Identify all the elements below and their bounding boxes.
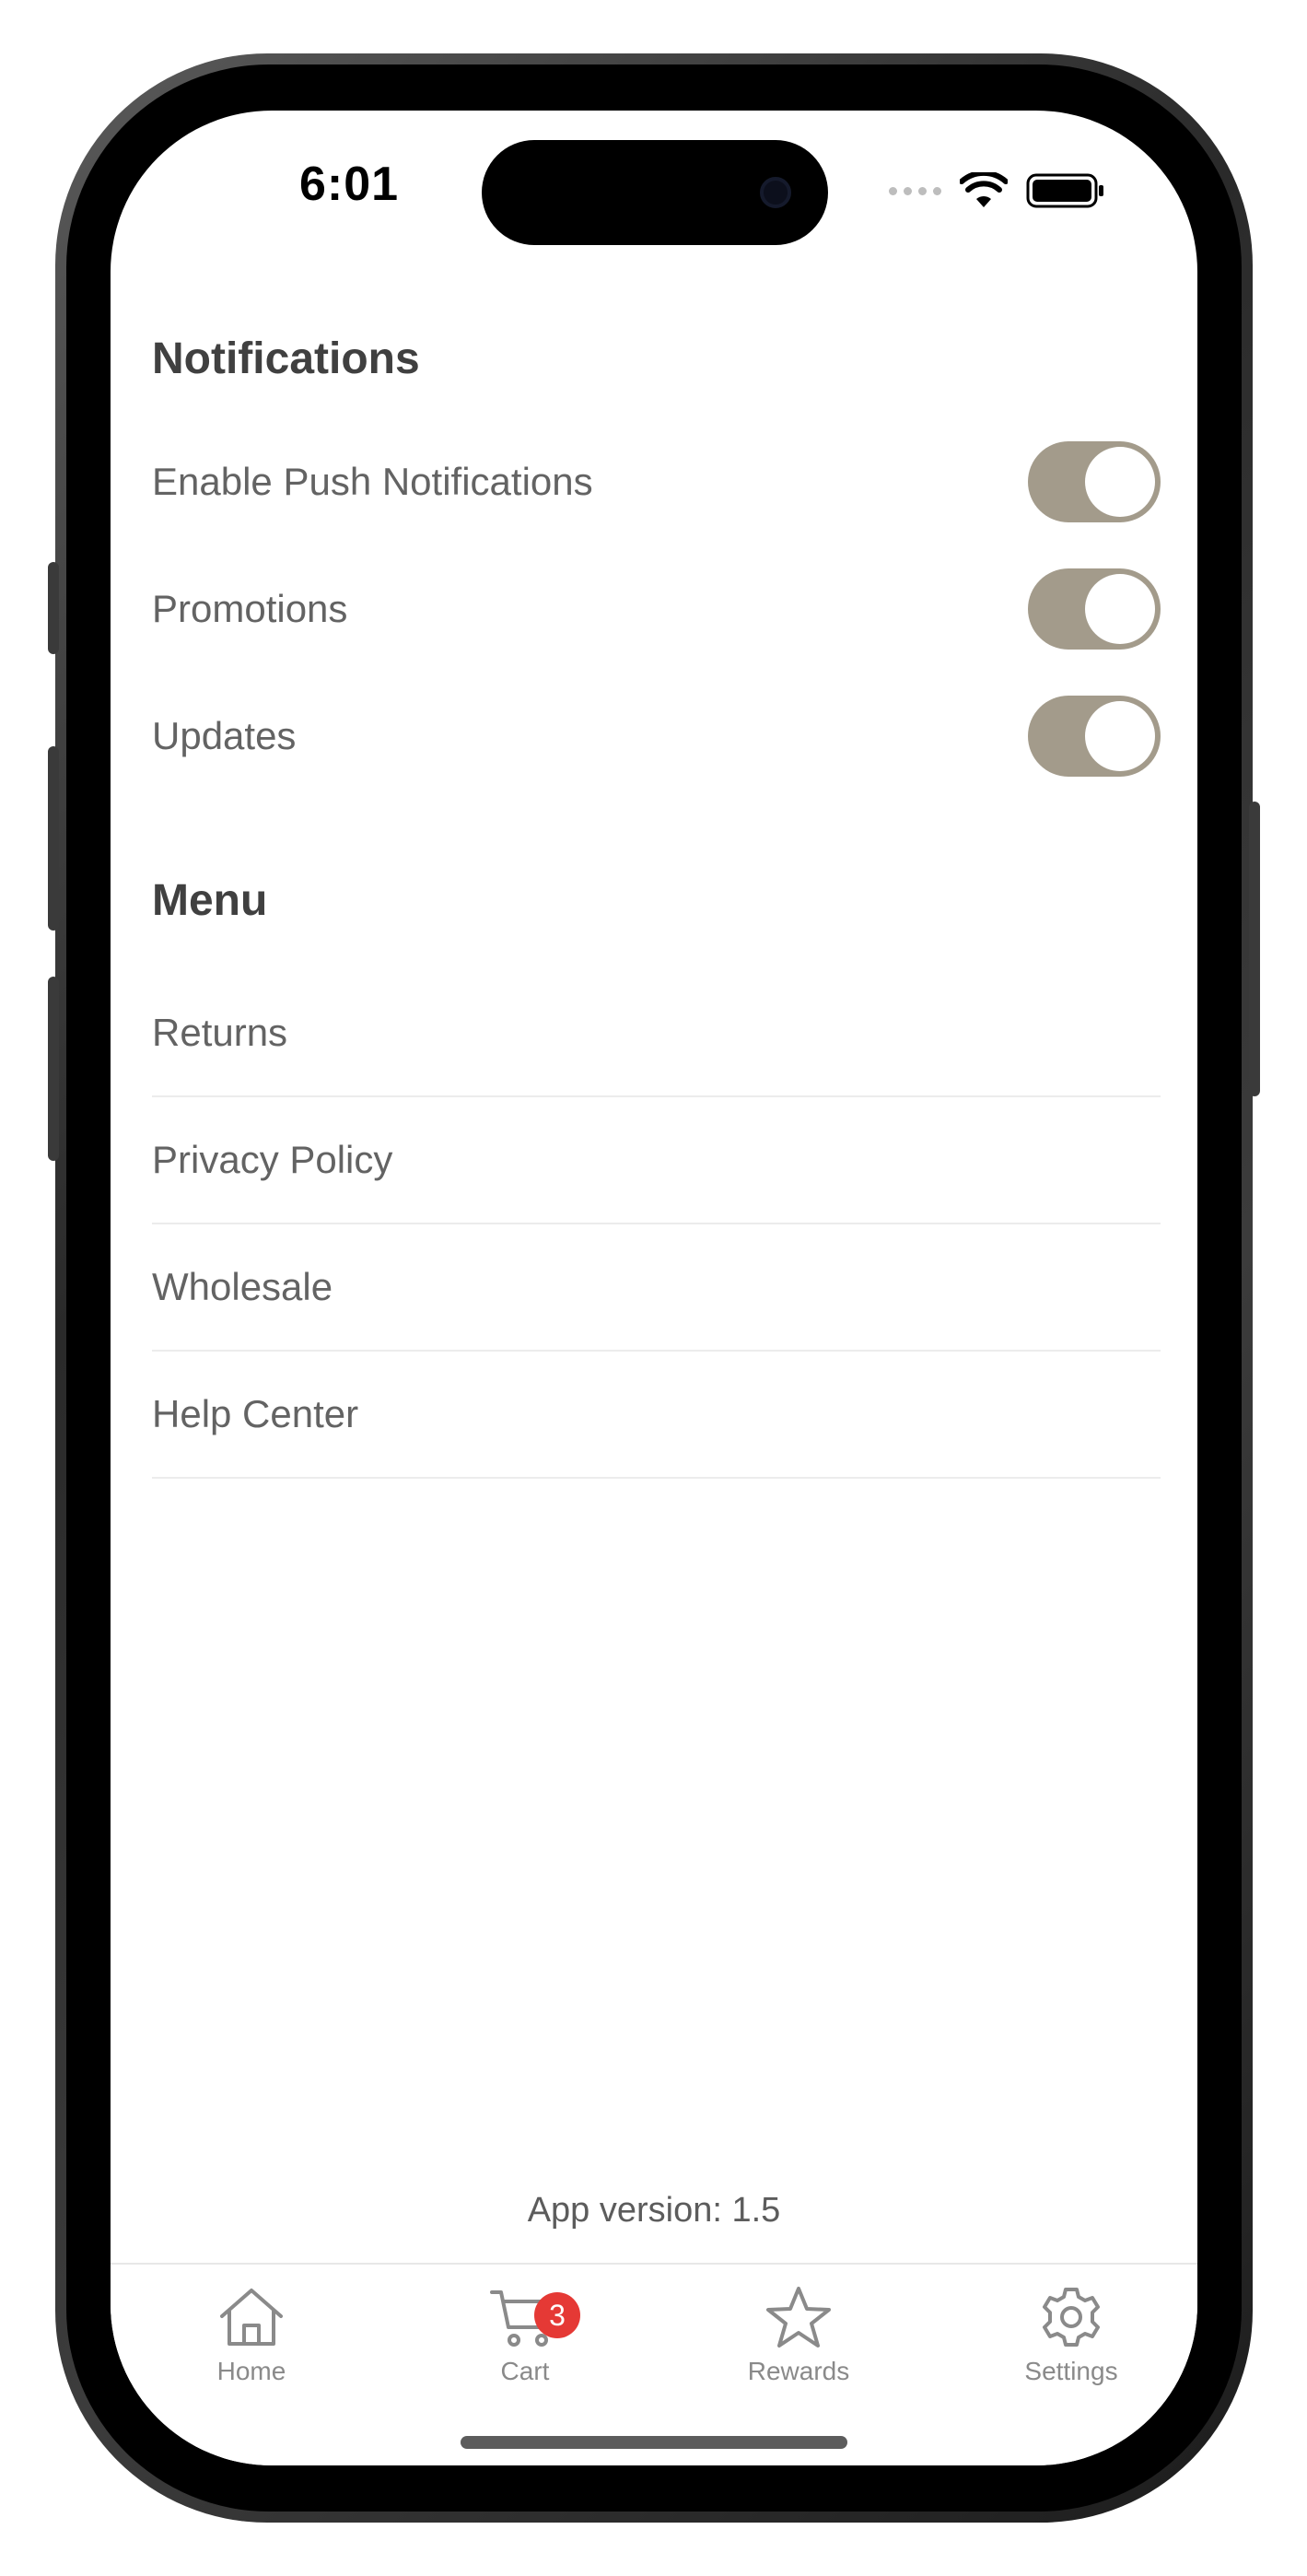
home-icon	[220, 2289, 283, 2346]
promotions-row: Promotions	[152, 568, 1161, 650]
menu-section-title: Menu	[152, 876, 268, 925]
push-notifications-label: Enable Push Notifications	[152, 460, 593, 503]
menu-item-label: Wholesale	[152, 1265, 333, 1308]
notifications-section-title: Notifications	[152, 334, 420, 383]
volume-up-button	[48, 746, 59, 931]
promotions-label: Promotions	[152, 587, 348, 630]
action-button	[48, 562, 59, 654]
status-icons	[889, 168, 1105, 214]
tab-settings-label: Settings	[1024, 2357, 1118, 2385]
tab-home-label: Home	[216, 2357, 286, 2385]
tab-cart-label: Cart	[500, 2357, 550, 2385]
star-icon	[766, 2287, 831, 2348]
menu-item-privacy-policy[interactable]: Privacy Policy	[152, 1097, 1161, 1224]
tab-rewards-label: Rewards	[747, 2357, 850, 2385]
updates-label: Updates	[152, 714, 297, 757]
cart-badge: 3	[534, 2292, 580, 2338]
menu-item-label: Privacy Policy	[152, 1138, 393, 1181]
power-button	[1249, 802, 1260, 1096]
status-time: 6:01	[298, 158, 400, 211]
toggle-knob	[1085, 701, 1155, 771]
promotions-toggle[interactable]	[1028, 568, 1161, 650]
push-notifications-row: Enable Push Notifications	[152, 440, 1161, 523]
tab-home[interactable]: Home	[150, 2285, 353, 2423]
menu-item-label: Returns	[152, 1011, 288, 1054]
home-indicator	[461, 2436, 847, 2449]
tab-bar: Home Cart 3 Rewards Settings	[111, 2263, 1197, 2465]
app-version: App version: 1.5	[527, 2191, 781, 2230]
menu-item-help-center[interactable]: Help Center	[152, 1352, 1161, 1479]
menu-item-wholesale[interactable]: Wholesale	[152, 1224, 1161, 1352]
tab-rewards[interactable]: Rewards	[697, 2285, 900, 2423]
menu-item-returns[interactable]: Returns	[152, 970, 1161, 1097]
wifi-icon	[960, 172, 1008, 207]
toggle-knob	[1085, 574, 1155, 644]
volume-down-button	[48, 977, 59, 1161]
updates-row: Updates	[152, 695, 1161, 778]
battery-icon	[1026, 173, 1103, 208]
app-screen: 6:01 Notifications Enable Push Notificat…	[111, 111, 1197, 2465]
menu-item-label: Help Center	[152, 1392, 359, 1435]
updates-toggle[interactable]	[1028, 696, 1161, 777]
tab-settings[interactable]: Settings	[970, 2285, 1173, 2423]
front-camera	[760, 177, 791, 208]
gear-icon	[1043, 2288, 1100, 2347]
tab-cart[interactable]: Cart 3	[424, 2285, 626, 2423]
toggle-knob	[1085, 447, 1155, 517]
dynamic-island	[482, 140, 828, 245]
cellular-signal-icon	[889, 186, 941, 195]
push-notifications-toggle[interactable]	[1028, 441, 1161, 522]
